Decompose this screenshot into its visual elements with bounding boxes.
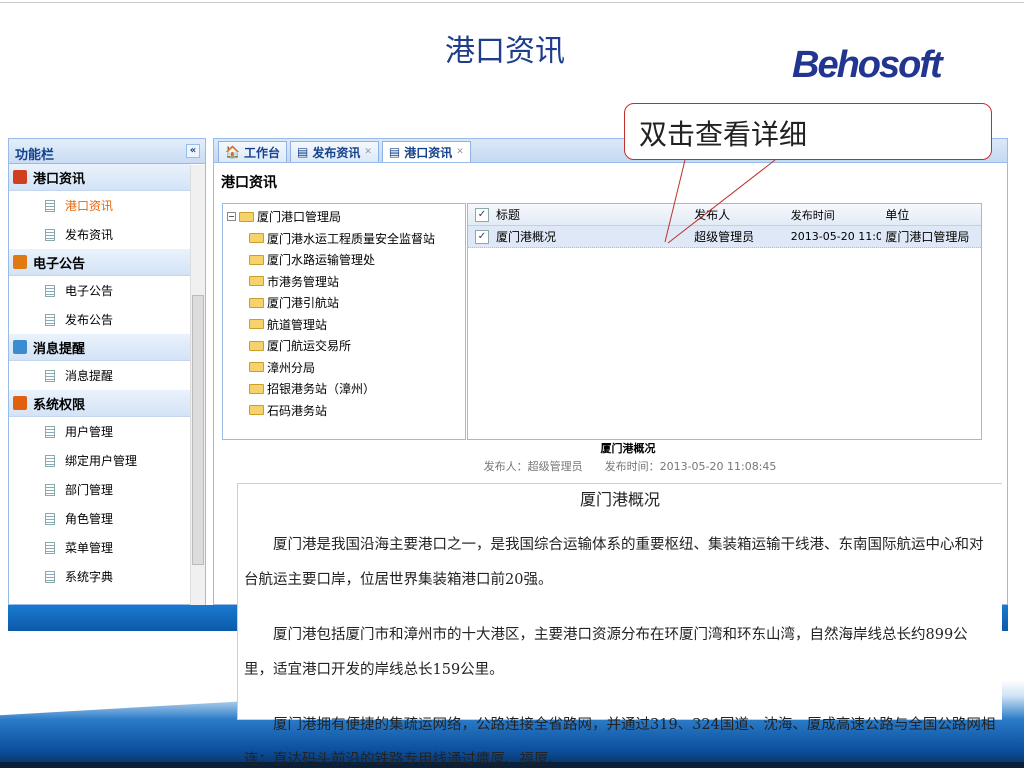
row-checkbox[interactable]: ✓ (475, 229, 489, 244)
tree-node[interactable]: 石码港务站 (227, 400, 461, 422)
collapse-icon[interactable]: « (186, 144, 200, 158)
tree-node[interactable]: 厦门水路运输管理处 (227, 249, 461, 271)
folder-icon (249, 297, 264, 308)
folder-icon (249, 233, 264, 244)
folder-icon (249, 276, 264, 287)
sidebar-title: 功能栏 (15, 148, 55, 163)
document-icon (45, 570, 55, 583)
sidebar-item[interactable]: 部门管理 (9, 475, 190, 504)
home-icon: 🏠 (225, 145, 240, 159)
tree-node[interactable]: 厦门港水运工程质量安全监督站 (227, 228, 461, 250)
collapse-node-icon[interactable]: − (227, 212, 236, 222)
sidebar-group[interactable]: 系统权限 (9, 390, 190, 417)
sidebar-item[interactable]: 绑定用户管理 (9, 446, 190, 475)
sidebar-group[interactable]: 港口资讯 (9, 164, 190, 191)
tab-port-news[interactable]: ▤ 港口资讯 ✕ (381, 141, 471, 162)
folder-icon (249, 254, 264, 265)
document-icon (45, 369, 55, 382)
slide-title: 港口资讯 (445, 34, 565, 69)
article-body: 厦门港概况 厦门港是我国沿海主要港口之一，是我国综合运输体系的重要枢纽、集装箱运… (237, 483, 1002, 768)
sidebar-item[interactable]: 消息提醒 (9, 361, 190, 390)
document-icon (45, 454, 55, 467)
callout-box: 双击查看详细 (624, 103, 992, 160)
folder-icon (249, 340, 264, 351)
article-paragraph: 厦门港是我国沿海主要港口之一，是我国综合运输体系的重要枢纽、集装箱运输干线港、东… (244, 537, 984, 588)
close-icon[interactable]: ✕ (456, 147, 464, 157)
folder-icon (249, 362, 264, 373)
detail-title: 厦门港概况 (600, 442, 656, 455)
sidebar-scrollbar[interactable] (190, 165, 205, 605)
tree-node[interactable]: 厦门港引航站 (227, 292, 461, 314)
document-icon (45, 483, 55, 496)
sidebar-item[interactable]: 港口资讯 (9, 191, 190, 220)
top-divider (0, 2, 1024, 3)
column-time[interactable]: 发布时间 (787, 207, 882, 223)
tab-publish-news[interactable]: ▤ 发布资讯 ✕ (289, 141, 379, 162)
tree-node[interactable]: 厦门航运交易所 (227, 335, 461, 357)
sidebar-group[interactable]: 电子公告 (9, 249, 190, 276)
document-icon (45, 228, 55, 241)
sidebar-item[interactable]: 菜单管理 (9, 533, 190, 562)
tab-workbench[interactable]: 🏠 工作台 (218, 141, 287, 162)
page-icon: ▤ (296, 145, 309, 159)
behosoft-logo: Behosoft (792, 44, 943, 86)
group-icon (13, 396, 27, 410)
group-icon (13, 340, 27, 354)
column-title[interactable]: 标题 (496, 206, 690, 223)
group-icon (13, 170, 27, 184)
document-icon (45, 425, 55, 438)
document-icon (45, 541, 55, 554)
tree-node[interactable]: 漳州分局 (227, 357, 461, 379)
tree-node[interactable]: 招银港务站（漳州） (227, 378, 461, 400)
sidebar: 功能栏 « 港口资讯 港口资讯 发布资讯 电子公告 电子公告 发布公告 消息提醒 消息提醒 系统… (8, 138, 206, 605)
article-paragraph: 厦门港包括厦门市和漳州市的十大港区，主要港口资源分布在环厦门湾和环东山湾，自然海… (244, 627, 968, 678)
tree-node[interactable]: 航道管理站 (227, 314, 461, 336)
table-row[interactable]: ✓ 厦门港概况 超级管理员 2013-05-20 11:08:· 厦门港口管理局 (468, 226, 981, 248)
folder-icon (249, 319, 264, 330)
document-icon (45, 199, 55, 212)
document-icon (45, 313, 55, 326)
sidebar-item[interactable]: 发布资讯 (9, 220, 190, 249)
close-icon[interactable]: ✕ (364, 147, 372, 157)
detail-meta: 发布人：超级管理员 发布时间：2013-05-20 11:08:45 (483, 460, 777, 473)
column-unit[interactable]: 单位 (881, 206, 981, 223)
sidebar-item[interactable]: 系统字典 (9, 562, 190, 591)
org-tree: − 厦门港口管理局 厦门港水运工程质量安全监督站 厦门水路运输管理处 市港务管理站 厦门… (222, 203, 466, 440)
folder-icon (249, 383, 264, 394)
document-icon (45, 512, 55, 525)
folder-icon (239, 211, 254, 222)
tree-node[interactable]: 市港务管理站 (227, 271, 461, 293)
sidebar-item[interactable]: 电子公告 (9, 276, 190, 305)
select-all-checkbox[interactable]: ✓ (475, 207, 489, 222)
group-icon (13, 255, 27, 269)
document-icon (45, 284, 55, 297)
sidebar-header: 功能栏 « (9, 139, 205, 164)
tree-root[interactable]: − 厦门港口管理局 (227, 206, 461, 228)
scrollbar-thumb[interactable] (192, 295, 204, 565)
article-heading: 厦门港概况 (579, 490, 660, 509)
sidebar-group[interactable]: 消息提醒 (9, 334, 190, 361)
sidebar-item[interactable]: 用户管理 (9, 417, 190, 446)
page-icon: ▤ (388, 145, 401, 159)
news-grid: ✓ 标题 发布人 发布时间 单位 ✓ 厦门港概况 超级管理员 2013-05-2… (467, 203, 982, 440)
grid-header: ✓ 标题 发布人 发布时间 单位 (468, 204, 981, 226)
folder-icon (249, 405, 264, 416)
sidebar-item[interactable]: 角色管理 (9, 504, 190, 533)
content-title: 港口资讯 (221, 175, 277, 191)
column-author[interactable]: 发布人 (690, 206, 787, 223)
sidebar-item[interactable]: 发布公告 (9, 305, 190, 334)
